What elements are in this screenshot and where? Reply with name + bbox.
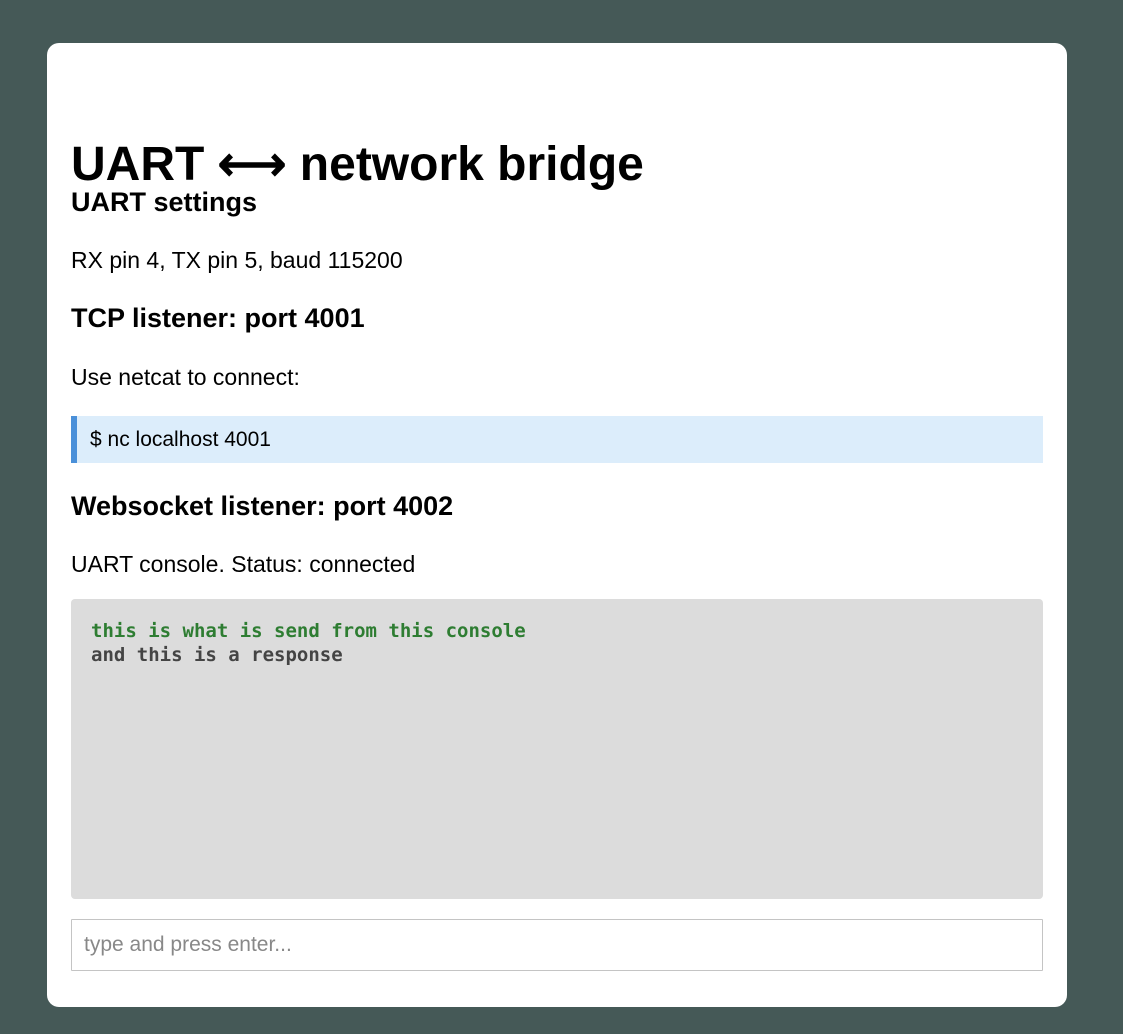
uart-settings-heading: UART settings (71, 187, 258, 217)
console-line-received: and this is a response (91, 644, 343, 666)
console-line-sent: this is what is send from this console (91, 620, 526, 642)
tcp-instructions: Use netcat to connect: (71, 364, 300, 390)
main-card: UART ⟷ network bridge UART settings RX p… (47, 43, 1067, 1007)
websocket-status-line: UART console. Status: connected (71, 551, 416, 577)
uart-settings-details: RX pin 4, TX pin 5, baud 115200 (71, 247, 403, 273)
websocket-listener-heading: Websocket listener: port 4002 (71, 491, 454, 521)
tcp-listener-heading: TCP listener: port 4001 (71, 303, 365, 333)
page-title: UART ⟷ network bridge (71, 138, 644, 191)
console-input-field[interactable] (71, 919, 1043, 971)
uart-console-output[interactable]: this is what is send from this console a… (71, 599, 1043, 899)
netcat-command-block: $ nc localhost 4001 (71, 416, 1043, 463)
